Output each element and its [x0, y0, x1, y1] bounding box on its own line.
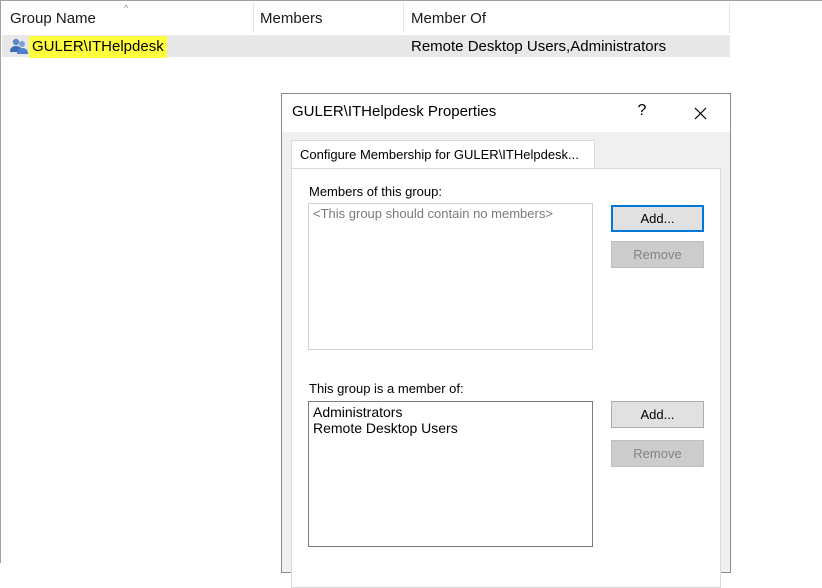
- member-of-label: This group is a member of:: [309, 381, 464, 396]
- group-icon: [10, 38, 28, 54]
- column-separator[interactable]: [729, 3, 730, 33]
- remove-group-button[interactable]: Remove: [611, 440, 704, 467]
- column-header-group-name[interactable]: Group Name: [10, 1, 96, 33]
- help-button[interactable]: ?: [628, 102, 656, 120]
- members-listbox[interactable]: <This group should contain no members>: [308, 203, 593, 350]
- member-of-cell: Remote Desktop Users,Administrators: [411, 38, 667, 55]
- add-group-button[interactable]: Add...: [611, 401, 704, 428]
- sort-ascending-icon: ^: [124, 3, 129, 13]
- close-icon[interactable]: [684, 100, 716, 126]
- tab-configure-membership[interactable]: Configure Membership for GULER\ITHelpdes…: [291, 140, 595, 169]
- list-item[interactable]: Remote Desktop Users: [313, 420, 588, 436]
- column-header-member-of[interactable]: Member Of: [411, 1, 486, 33]
- properties-dialog: GULER\ITHelpdesk Properties ? Configure …: [281, 93, 731, 588]
- column-separator[interactable]: [403, 3, 404, 33]
- column-separator[interactable]: [253, 3, 254, 33]
- dialog-title: GULER\ITHelpdesk Properties: [292, 103, 497, 120]
- members-label: Members of this group:: [309, 184, 442, 199]
- column-header-members[interactable]: Members: [260, 1, 323, 33]
- group-name-cell[interactable]: GULER\ITHelpdesk: [29, 36, 167, 58]
- dialog-titlebar[interactable]: GULER\ITHelpdesk Properties ?: [282, 94, 730, 132]
- member-of-listbox[interactable]: Administrators Remote Desktop Users: [308, 401, 593, 547]
- remove-member-button[interactable]: Remove: [611, 241, 704, 268]
- members-placeholder: <This group should contain no members>: [313, 206, 553, 221]
- add-member-button[interactable]: Add...: [611, 205, 704, 232]
- list-item[interactable]: Administrators: [313, 404, 588, 420]
